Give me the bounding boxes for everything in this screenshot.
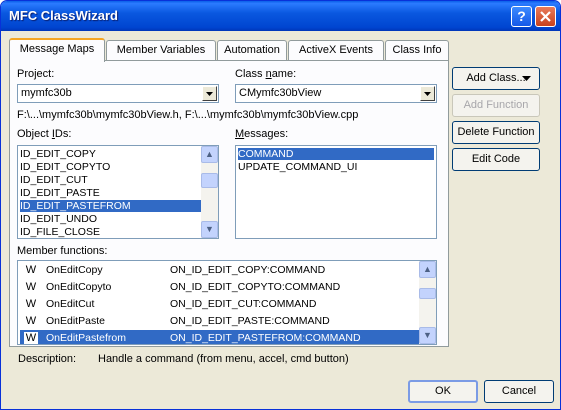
scroll-up-button[interactable]: ▲ <box>419 261 436 278</box>
ok-button[interactable]: OK <box>408 380 478 403</box>
member-functions-list[interactable]: W OnEditCopy ON_ID_EDIT_COPY:COMMAND W O… <box>17 260 437 345</box>
class-name-label: Class name: <box>235 68 297 80</box>
table-row[interactable]: W OnEditCopyto ON_ID_EDIT_COPYTO:COMMAND <box>20 279 419 296</box>
chevron-up-icon: ▲ <box>205 149 214 159</box>
list-item[interactable]: ID_EDIT_UNDO <box>20 213 201 225</box>
object-ids-list[interactable]: ID_EDIT_COPY ID_EDIT_COPYTO ID_EDIT_CUT … <box>17 145 219 239</box>
scroll-up-button[interactable]: ▲ <box>201 146 218 163</box>
tab-member-variables[interactable]: Member Variables <box>106 40 216 61</box>
window-title: MFC ClassWizard <box>9 8 118 23</box>
member-function-name: OnEditPastefrom <box>46 332 126 344</box>
project-combo[interactable]: mymfc30b <box>17 84 219 103</box>
class-name-combo[interactable]: CMymfc30bView <box>235 84 437 103</box>
list-item[interactable]: ID_EDIT_COPY <box>20 148 201 160</box>
files-path: F:\...\mymfc30b\mymfc30bView.h, F:\...\m… <box>17 109 359 121</box>
project-label: Project: <box>17 68 55 80</box>
scroll-down-button[interactable]: ▼ <box>201 221 218 238</box>
class-name-dropdown-button[interactable] <box>420 86 435 101</box>
message-maps-panel: Project: mymfc30b Class name: CMymfc30bV… <box>9 60 449 347</box>
chevron-down-icon: ▼ <box>423 330 432 340</box>
table-row[interactable]: W OnEditPastefrom ON_ID_EDIT_PASTEFROM:C… <box>20 330 419 344</box>
windows-message-icon: W <box>25 315 37 327</box>
tab-message-maps[interactable]: Message Maps <box>9 38 105 62</box>
windows-message-icon: W <box>25 281 37 293</box>
member-function-map: ON_ID_EDIT_CUT:COMMAND <box>170 298 317 310</box>
title-bar[interactable]: MFC ClassWizard ? <box>1 1 560 31</box>
delete-function-button[interactable]: Delete Function <box>452 121 540 144</box>
member-function-map: ON_ID_EDIT_COPYTO:COMMAND <box>170 281 341 293</box>
add-class-button[interactable]: Add Class... <box>452 67 540 90</box>
list-item[interactable]: UPDATE_COMMAND_UI <box>238 161 434 173</box>
table-row[interactable]: W OnEditPaste ON_ID_EDIT_PASTE:COMMAND <box>20 313 419 330</box>
list-item[interactable]: ID_EDIT_COPYTO <box>20 161 201 173</box>
help-icon: ? <box>517 8 526 24</box>
member-functions-label: Member functions: <box>17 245 108 257</box>
list-item[interactable]: ID_EDIT_CUT <box>20 174 201 186</box>
object-ids-label: Object IDs: <box>17 128 72 140</box>
list-item[interactable]: ID_EDIT_PASTEFROM <box>20 200 201 212</box>
list-item[interactable]: ID_FILE_CLOSE <box>20 226 201 238</box>
chevron-down-icon <box>522 76 531 81</box>
chevron-down-icon: ▼ <box>205 224 214 234</box>
windows-message-icon: W <box>24 332 38 344</box>
messages-label: Messages: <box>235 128 289 140</box>
tab-automation[interactable]: Automation <box>217 40 287 61</box>
list-item[interactable]: COMMAND <box>238 148 434 160</box>
project-dropdown-button[interactable] <box>202 86 217 101</box>
windows-message-icon: W <box>25 298 37 310</box>
close-icon <box>540 11 551 22</box>
member-function-name: OnEditCopy <box>46 264 103 276</box>
object-ids-scrollbar[interactable]: ▲ ▼ <box>201 146 218 238</box>
description-label: Description: <box>18 353 77 365</box>
tab-class-info[interactable]: Class Info <box>385 40 449 61</box>
chevron-down-icon <box>206 92 213 96</box>
member-function-map: ON_ID_EDIT_COPY:COMMAND <box>170 264 326 276</box>
tab-activex-events[interactable]: ActiveX Events <box>288 40 384 61</box>
project-value: mymfc30b <box>21 87 72 99</box>
table-row[interactable]: W OnEditCut ON_ID_EDIT_CUT:COMMAND <box>20 296 419 313</box>
add-function-button[interactable]: Add Function <box>452 94 540 117</box>
cancel-button[interactable]: Cancel <box>484 380 554 403</box>
member-function-name: OnEditCopyto <box>46 281 112 293</box>
edit-code-button[interactable]: Edit Code <box>452 148 540 171</box>
list-item[interactable]: ID_EDIT_PASTE <box>20 187 201 199</box>
member-functions-scrollbar[interactable]: ▲ ▼ <box>419 261 436 344</box>
member-function-map: ON_ID_EDIT_PASTEFROM:COMMAND <box>170 332 361 344</box>
scroll-thumb[interactable] <box>201 173 218 188</box>
windows-message-icon: W <box>25 264 37 276</box>
description-text: Handle a command (from menu, accel, cmd … <box>98 353 349 365</box>
scroll-thumb[interactable] <box>419 288 436 299</box>
scroll-down-button[interactable]: ▼ <box>419 327 436 344</box>
table-row[interactable]: W OnEditCopy ON_ID_EDIT_COPY:COMMAND <box>20 262 419 279</box>
chevron-down-icon <box>424 92 431 96</box>
member-function-name: OnEditPaste <box>46 315 105 327</box>
class-name-value: CMymfc30bView <box>239 87 322 99</box>
help-button[interactable]: ? <box>511 6 532 27</box>
mfc-classwizard-window: MFC ClassWizard ? Message Maps Member Va… <box>0 0 561 410</box>
member-function-map: ON_ID_EDIT_PASTE:COMMAND <box>170 315 330 327</box>
messages-list[interactable]: COMMAND UPDATE_COMMAND_UI <box>235 145 437 239</box>
chevron-up-icon: ▲ <box>423 264 432 274</box>
close-button[interactable] <box>535 6 556 27</box>
member-function-name: OnEditCut <box>46 298 95 310</box>
